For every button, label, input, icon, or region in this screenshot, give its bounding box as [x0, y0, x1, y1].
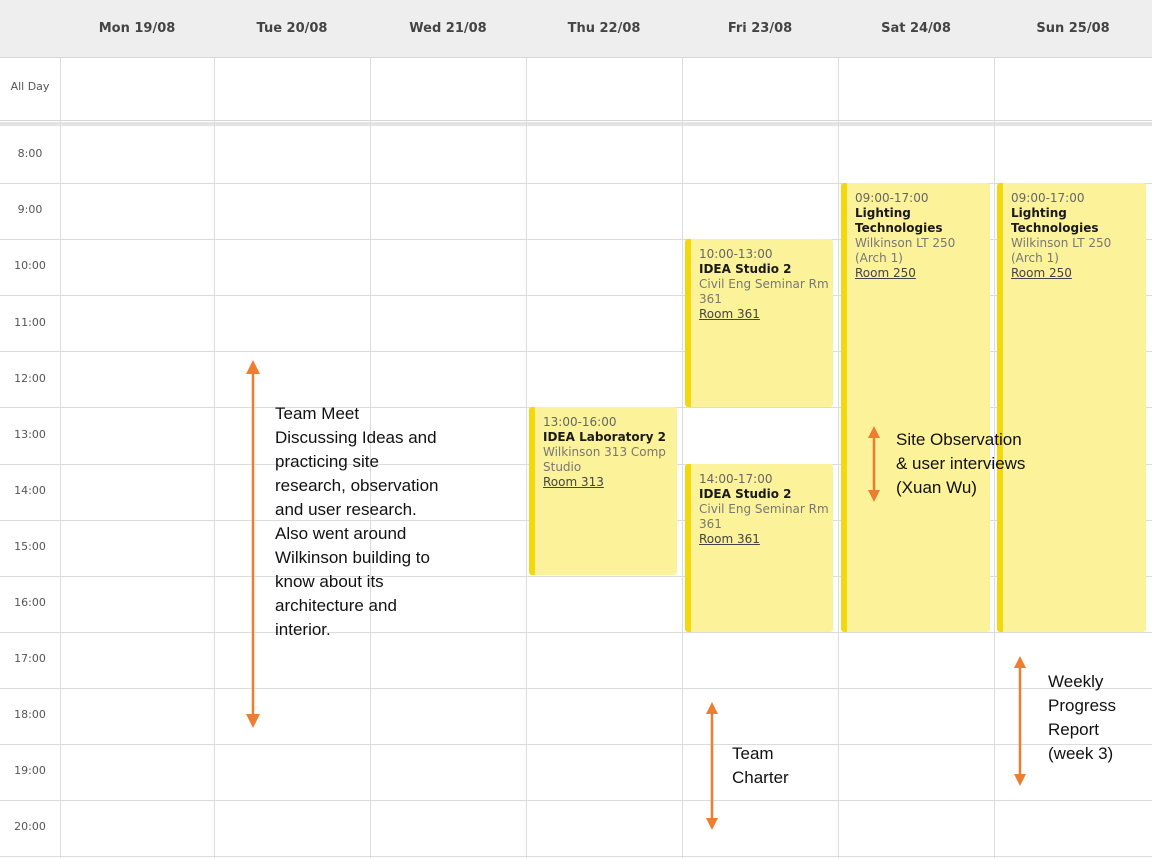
weekly-progress-report-note: Weekly Progress Report (week 3) — [1048, 672, 1117, 763]
event-lighting-technologies-sat[interactable]: 09:00-17:00 Lighting Technologies Wilkin… — [841, 183, 990, 632]
event-room-link[interactable]: Room 250 — [855, 266, 986, 281]
time-label-16: 16:00 — [14, 596, 46, 609]
event-idea-laboratory-thu[interactable]: 13:00-16:00 IDEA Laboratory 2 Wilkinson … — [529, 407, 677, 575]
event-room-link[interactable]: Room 361 — [699, 307, 829, 322]
double-arrow-icon — [868, 426, 880, 502]
grid-column-line — [214, 58, 215, 858]
day-header-mon[interactable]: Mon 19/08 — [60, 0, 214, 57]
event-title: IDEA Laboratory 2 — [543, 430, 666, 444]
grid-hour-line — [0, 632, 1152, 633]
time-label-19: 19:00 — [14, 764, 46, 777]
day-header-wed[interactable]: Wed 21/08 — [370, 0, 526, 57]
event-title: Lighting Technologies — [1011, 206, 1099, 235]
double-arrow-icon — [246, 360, 260, 728]
day-header-fri[interactable]: Fri 23/08 — [682, 0, 838, 57]
grid-column-line — [838, 58, 839, 858]
event-location: Wilkinson LT 250 (Arch 1) — [855, 236, 956, 265]
time-label-10: 10:00 — [14, 259, 46, 272]
event-title: IDEA Studio 2 — [699, 262, 792, 276]
all-day-row[interactable]: All Day — [0, 58, 1152, 121]
event-time: 10:00-13:00 — [699, 247, 773, 261]
day-header-sun[interactable]: Sun 25/08 — [994, 0, 1152, 57]
event-time: 14:00-17:00 — [699, 472, 773, 486]
time-label-17: 17:00 — [14, 652, 46, 665]
time-label-14: 14:00 — [14, 484, 46, 497]
team-charter-note: Team Charter — [732, 744, 789, 787]
day-header-tue[interactable]: Tue 20/08 — [214, 0, 370, 57]
calendar-header: Mon 19/08 Tue 20/08 Wed 21/08 Thu 22/08 … — [0, 0, 1152, 58]
grid-column-line — [526, 58, 527, 858]
day-header-thu[interactable]: Thu 22/08 — [526, 0, 682, 57]
grid-hour-line — [0, 856, 1152, 857]
time-label-18: 18:00 — [14, 708, 46, 721]
event-room-link[interactable]: Room 361 — [699, 532, 829, 547]
time-label-20: 20:00 — [14, 820, 46, 833]
event-location: Wilkinson LT 250 (Arch 1) — [1011, 236, 1112, 265]
event-location: Civil Eng Seminar Rm 361 — [699, 277, 829, 306]
event-title: Lighting Technologies — [855, 206, 943, 235]
event-idea-studio-fri-pm[interactable]: 14:00-17:00 IDEA Studio 2 Civil Eng Semi… — [685, 464, 833, 632]
time-label-8: 8:00 — [17, 147, 43, 160]
day-header-sat[interactable]: Sat 24/08 — [838, 0, 994, 57]
time-label-15: 15:00 — [14, 540, 46, 553]
all-day-separator — [0, 122, 1152, 126]
grid-hour-line — [0, 688, 1152, 689]
event-time: 09:00-17:00 — [1011, 191, 1085, 205]
time-label-13: 13:00 — [14, 428, 46, 441]
event-title: IDEA Studio 2 — [699, 487, 792, 501]
event-location: Civil Eng Seminar Rm 361 — [699, 502, 829, 531]
event-time: 09:00-17:00 — [855, 191, 929, 205]
grid-hour-line — [0, 744, 1152, 745]
double-arrow-icon — [1014, 656, 1026, 786]
time-label-11: 11:00 — [14, 316, 46, 329]
event-room-link[interactable]: Room 250 — [1011, 266, 1142, 281]
grid-column-line — [60, 58, 61, 858]
event-location: Wilkinson 313 Comp Studio — [543, 445, 666, 474]
time-label-9: 9:00 — [17, 203, 43, 216]
grid-hour-line — [0, 800, 1152, 801]
weekly-calendar: Mon 19/08 Tue 20/08 Wed 21/08 Thu 22/08 … — [0, 0, 1152, 858]
grid-column-line — [682, 58, 683, 858]
site-observation-note: Site Observation & user interviews (Xuan… — [896, 430, 1026, 497]
time-label-12: 12:00 — [14, 372, 46, 385]
double-arrow-icon — [706, 702, 718, 830]
event-idea-studio-fri-am[interactable]: 10:00-13:00 IDEA Studio 2 Civil Eng Semi… — [685, 239, 833, 407]
team-meet-note: Team Meet Discussing Ideas and practicin… — [275, 404, 439, 639]
event-room-link[interactable]: Room 313 — [543, 475, 673, 490]
event-time: 13:00-16:00 — [543, 415, 617, 429]
all-day-label: All Day — [10, 80, 50, 93]
event-lighting-technologies-sun[interactable]: 09:00-17:00 Lighting Technologies Wilkin… — [997, 183, 1146, 632]
